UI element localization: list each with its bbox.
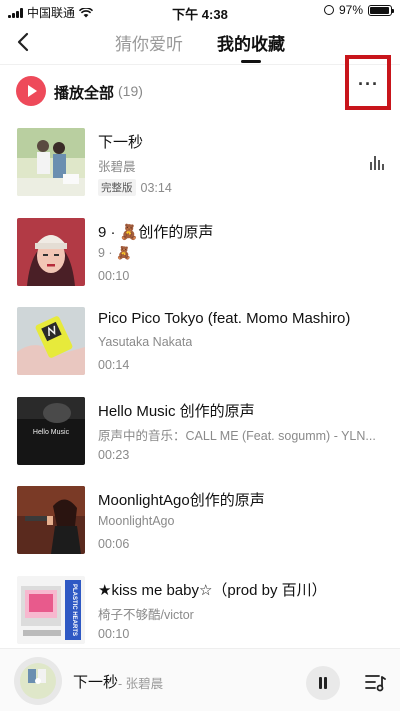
- song-item[interactable]: MoonlightAgo创作的原声 MoonlightAgo 00:06: [0, 476, 400, 566]
- song-item[interactable]: Pico Pico Tokyo (feat. Momo Mashiro) Yas…: [0, 297, 400, 387]
- now-playing-disc: [14, 657, 62, 705]
- song-duration: 00:06: [98, 537, 130, 551]
- more-dots-icon: ···: [358, 74, 379, 94]
- song-artist: Yasutaka Nakata: [98, 335, 193, 349]
- play-all-button[interactable]: [16, 76, 46, 106]
- now-playing-equalizer-icon: [370, 156, 384, 170]
- battery-percent: 97%: [338, 3, 363, 17]
- song-duration: 00:14: [98, 358, 130, 372]
- song-artist: 椅子不够酷/victor: [98, 607, 194, 622]
- player-song-title: 下一秒: [73, 674, 119, 691]
- song-duration: 03:14: [140, 180, 172, 195]
- album-cover: [17, 486, 85, 554]
- song-item[interactable]: 下一秒 张碧晨 完整版 03:14: [0, 118, 400, 208]
- pause-button[interactable]: [306, 666, 340, 700]
- svg-text:Hello Music: Hello Music: [33, 429, 70, 436]
- nav-header: 猜你爱听 我的收藏: [0, 22, 400, 63]
- album-cover: [17, 128, 85, 196]
- play-all-row: 播放全部 (19): [0, 64, 400, 116]
- play-all-label[interactable]: 播放全部: [54, 82, 114, 103]
- more-options-button[interactable]: ···: [345, 55, 391, 110]
- album-cover: [17, 217, 85, 286]
- tab-my-favorites[interactable]: 我的收藏: [217, 30, 285, 63]
- mini-player[interactable]: 下一秒 - 张碧晨: [0, 648, 400, 711]
- player-song-artist: - 张碧晨: [118, 677, 164, 691]
- song-title: 下一秒: [98, 134, 144, 151]
- svg-text:PLASTIC HEARTS: PLASTIC HEARTS: [71, 583, 77, 635]
- song-item[interactable]: PLASTIC HEARTS ★kiss me baby☆（prod by 百川…: [0, 566, 400, 656]
- song-artist: 原声中的音乐：CALL ME (Feat. sogumm) - YLN...: [98, 428, 376, 443]
- song-title: MoonlightAgo创作的原声: [98, 492, 265, 509]
- song-title: 9 · 🧸创作的原声: [98, 223, 214, 241]
- orientation-lock-icon: [323, 5, 334, 15]
- song-count: (19): [118, 83, 143, 99]
- album-cover: Hello Music: [17, 396, 85, 465]
- song-list: 下一秒 张碧晨 完整版 03:14 9 · 🧸创作的原声 9 · 🧸 00:10 …: [0, 118, 400, 655]
- song-duration: 00:10: [98, 626, 130, 641]
- album-cover: [17, 307, 85, 375]
- song-item[interactable]: Hello Music Hello Music 创作的原声 原声中的音乐：CAL…: [0, 387, 400, 477]
- tab-guess-you-like[interactable]: 猜你爱听: [115, 30, 183, 63]
- album-cover: PLASTIC HEARTS: [17, 575, 85, 644]
- battery-icon: [368, 4, 394, 16]
- song-artist: 张碧晨: [98, 160, 136, 174]
- song-title: Pico Pico Tokyo (feat. Momo Mashiro): [98, 310, 351, 327]
- song-artist: 9 · 🧸: [98, 245, 132, 260]
- full-version-badge: 完整版: [98, 179, 136, 196]
- song-duration: 00:23: [98, 447, 130, 462]
- playlist-queue-icon[interactable]: [364, 671, 386, 693]
- song-title: ★kiss me baby☆（prod by 百川）: [98, 581, 327, 599]
- song-duration: 00:10: [98, 268, 130, 283]
- song-artist: MoonlightAgo: [98, 514, 175, 528]
- status-bar: 中国联通 下午 4:38 97%: [0, 0, 400, 22]
- song-item[interactable]: 9 · 🧸创作的原声 9 · 🧸 00:10: [0, 208, 400, 298]
- song-title: Hello Music 创作的原声: [98, 402, 255, 420]
